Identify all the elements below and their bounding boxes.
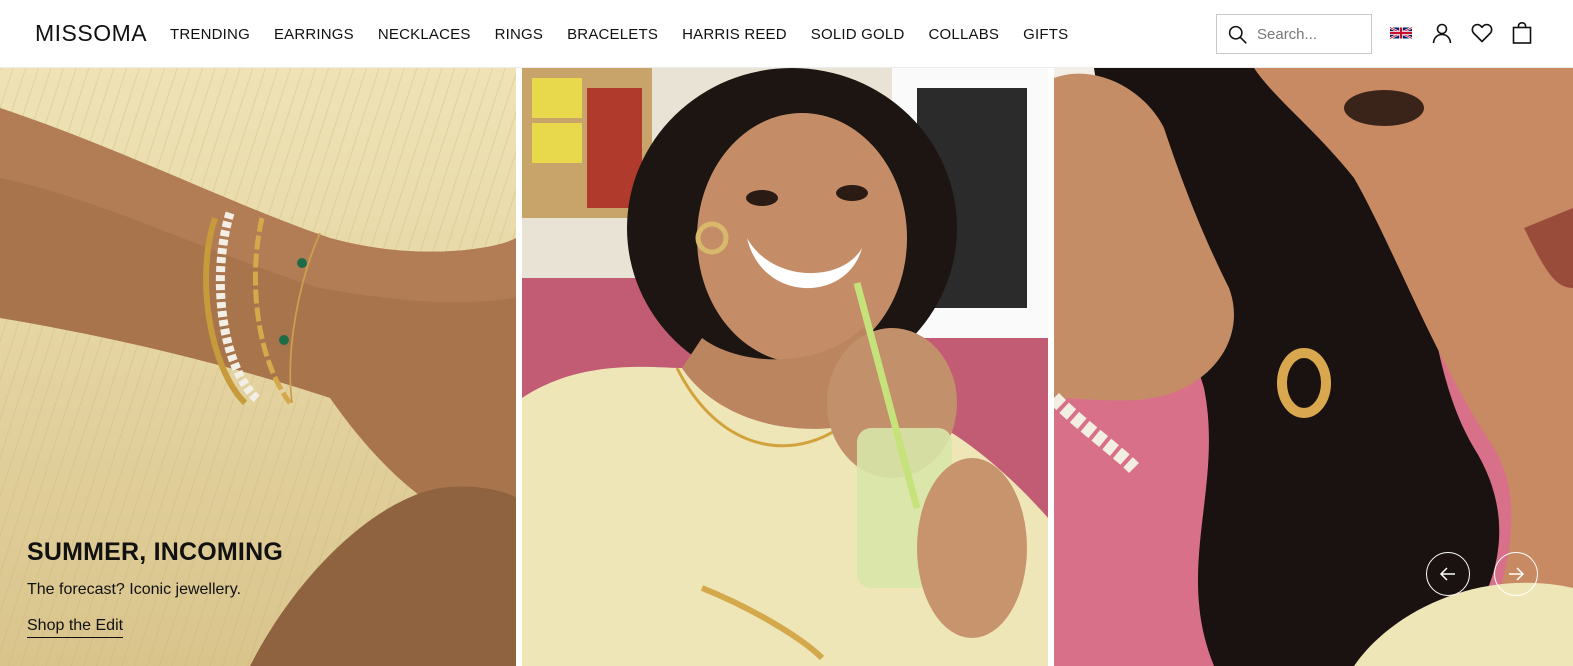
nav-gifts[interactable]: GIFTS <box>1023 26 1068 43</box>
bracelets-stack-photo[interactable]: SUMMER, INCOMING The forecast? Iconic je… <box>0 68 516 666</box>
nav-bracelets[interactable]: BRACELETS <box>567 26 658 43</box>
hoop-earring-closeup-photo[interactable] <box>1054 68 1573 666</box>
nav-trending[interactable]: TRENDING <box>170 26 250 43</box>
hero-title: SUMMER, INCOMING <box>27 538 283 566</box>
missoma-logo[interactable]: MISSOMA <box>35 20 147 47</box>
nav-harris-reed[interactable]: HARRIS REED <box>682 26 787 43</box>
nav-earrings[interactable]: EARRINGS <box>274 26 354 43</box>
nav-necklaces[interactable]: NECKLACES <box>378 26 471 43</box>
nav-rings[interactable]: RINGS <box>495 26 544 43</box>
search-box[interactable] <box>1216 14 1372 54</box>
nav-solid-gold[interactable]: SOLID GOLD <box>811 26 905 43</box>
arrow-left-icon <box>1439 567 1455 581</box>
arrow-right-icon <box>1509 567 1525 581</box>
search-input[interactable] <box>1257 25 1367 43</box>
search-icon <box>1228 25 1247 44</box>
carousel-prev-button[interactable] <box>1426 552 1470 596</box>
main-nav: TRENDING EARRINGS NECKLACES RINGS BRACEL… <box>170 0 1068 68</box>
smiling-woman-illustration <box>522 68 1048 666</box>
shop-the-edit-link[interactable]: Shop the Edit <box>27 617 124 638</box>
carousel-next-button[interactable] <box>1494 552 1538 596</box>
smiling-woman-drink-photo[interactable] <box>522 68 1048 666</box>
site-header: MISSOMA TRENDING EARRINGS NECKLACES RING… <box>0 0 1573 68</box>
hero-copy: SUMMER, INCOMING The forecast? Iconic je… <box>27 538 283 638</box>
uk-flag-icon[interactable] <box>1390 24 1412 42</box>
bag-icon[interactable] <box>1510 21 1534 45</box>
hero-subtitle: The forecast? Iconic jewellery. <box>27 581 242 598</box>
nav-collabs[interactable]: COLLABS <box>929 26 1000 43</box>
hero-carousel: SUMMER, INCOMING The forecast? Iconic je… <box>0 68 1573 666</box>
account-icon[interactable] <box>1430 21 1454 45</box>
heart-icon[interactable] <box>1470 21 1494 45</box>
